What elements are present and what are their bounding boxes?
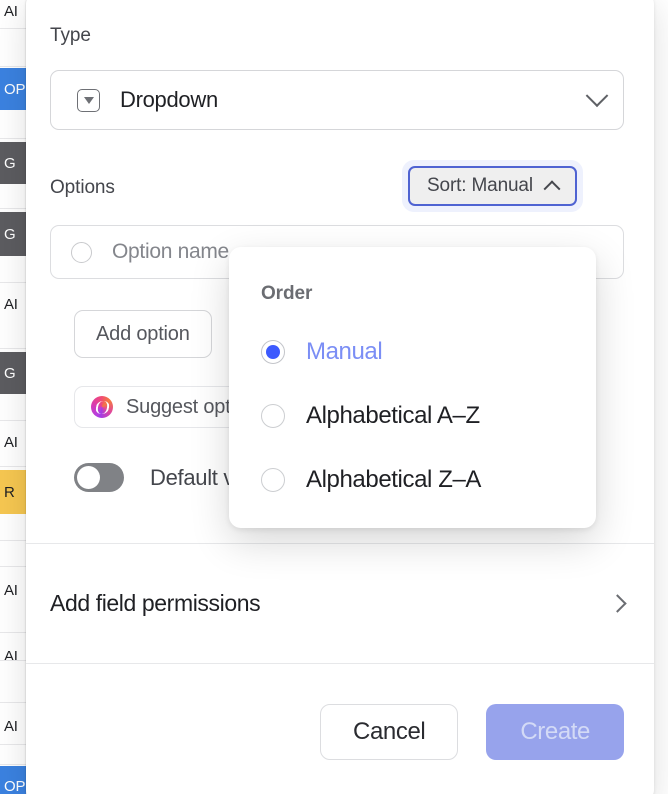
- row-badge: [0, 746, 26, 766]
- radio-unchecked-icon[interactable]: [261, 403, 285, 428]
- table-row[interactable]: [0, 394, 26, 422]
- sort-order-option-0[interactable]: Manual: [261, 329, 596, 374]
- row-badge: AI: [0, 570, 26, 610]
- cancel-button[interactable]: Cancel: [320, 703, 459, 760]
- add-option-button[interactable]: Add option: [74, 310, 212, 358]
- row-badge: G: [0, 352, 26, 394]
- type-label: Type: [50, 25, 91, 46]
- row-separator: [0, 566, 26, 567]
- row-badge: [0, 676, 26, 704]
- divider-top: [26, 543, 654, 544]
- option-name-placeholder: Option name: [112, 240, 229, 263]
- row-badge: [0, 610, 26, 638]
- row-badge: R: [0, 470, 26, 514]
- sort-order-popup: Order Manual Alphabetical A–Z Alphabetical…: [229, 247, 596, 528]
- ai-sparkle-icon: [91, 396, 113, 418]
- sort-order-option-1[interactable]: Alphabetical A–Z: [261, 393, 596, 438]
- table-row[interactable]: G: [0, 142, 26, 184]
- radio-unchecked-icon[interactable]: [261, 467, 285, 492]
- row-separator: [0, 282, 26, 283]
- table-row[interactable]: [0, 676, 26, 704]
- row-badge: AI: [0, 422, 26, 462]
- table-row[interactable]: [0, 30, 26, 68]
- sort-order-option-label: Manual: [306, 337, 383, 365]
- row-badge: [0, 394, 26, 422]
- table-row[interactable]: R: [0, 470, 26, 514]
- row-badge: G: [0, 142, 26, 184]
- sort-order-radio-list: Manual Alphabetical A–Z Alphabetical Z–A: [261, 329, 596, 502]
- chevron-up-icon: [543, 180, 561, 198]
- row-badge: AI: [0, 284, 26, 324]
- table-row[interactable]: G: [0, 212, 26, 256]
- row-separator: [0, 28, 26, 29]
- row-badge: G: [0, 212, 26, 256]
- table-row[interactable]: [0, 610, 26, 638]
- create-button[interactable]: Create: [486, 703, 624, 760]
- row-separator: [0, 702, 26, 703]
- sort-order-option-label: Alphabetical A–Z: [306, 401, 480, 429]
- row-badge: [0, 514, 26, 542]
- table-row[interactable]: [0, 256, 26, 284]
- table-row[interactable]: AI: [0, 570, 26, 610]
- chevron-right-icon: [608, 593, 627, 613]
- table-row[interactable]: AI: [0, 422, 26, 462]
- table-row[interactable]: AI: [0, 706, 26, 746]
- row-separator: [0, 208, 26, 209]
- row-separator: [0, 348, 26, 349]
- background-table-strip: AI OP G G AI G AI R AI AI AI OP: [0, 0, 26, 794]
- type-select[interactable]: Dropdown: [50, 70, 624, 130]
- dropdown-square-icon: [77, 88, 100, 112]
- table-row[interactable]: [0, 514, 26, 542]
- row-badge: AI: [0, 0, 26, 30]
- row-separator: [0, 660, 26, 661]
- modal-footer: Cancel Create: [26, 663, 654, 794]
- table-row[interactable]: G: [0, 352, 26, 394]
- radio-checked-icon[interactable]: [261, 339, 285, 364]
- table-row[interactable]: AI: [0, 636, 26, 676]
- sort-button[interactable]: Sort: Manual: [408, 166, 577, 206]
- circle-icon: [71, 241, 92, 263]
- row-separator: [0, 632, 26, 633]
- row-separator: [0, 744, 26, 745]
- row-badge: OP: [0, 68, 26, 110]
- row-badge: [0, 30, 26, 68]
- options-label: Options: [50, 177, 115, 198]
- add-field-permissions-label: Add field permissions: [50, 589, 261, 616]
- add-field-permissions-row[interactable]: Add field permissions: [26, 567, 654, 639]
- sort-order-popup-title: Order: [261, 283, 313, 304]
- row-badge: OP: [0, 766, 26, 794]
- screen-root: AI OP G G AI G AI R AI AI AI OP Type Dropdown Optio…: [0, 0, 668, 794]
- default-value-toggle[interactable]: [74, 463, 124, 492]
- row-separator: [0, 540, 26, 541]
- sort-order-option-2[interactable]: Alphabetical Z–A: [261, 457, 596, 502]
- chevron-down-icon: [585, 84, 609, 108]
- row-separator: [0, 138, 26, 139]
- table-row[interactable]: OP: [0, 68, 26, 110]
- row-separator: [0, 66, 26, 67]
- row-separator: [0, 420, 26, 421]
- row-badge: AI: [0, 706, 26, 746]
- sort-order-option-label: Alphabetical Z–A: [306, 465, 482, 493]
- type-value: Dropdown: [120, 87, 218, 112]
- row-separator: [0, 764, 26, 765]
- table-row[interactable]: OP: [0, 766, 26, 794]
- table-row[interactable]: [0, 746, 26, 766]
- row-separator: [0, 466, 26, 467]
- toggle-knob: [77, 466, 100, 489]
- sort-button-focus-ring: Sort: Manual: [402, 160, 583, 212]
- row-badge: AI: [0, 636, 26, 676]
- sort-button-label: Sort: Manual: [427, 175, 533, 196]
- table-row[interactable]: AI: [0, 284, 26, 324]
- row-badge: [0, 256, 26, 284]
- table-row[interactable]: AI: [0, 0, 26, 30]
